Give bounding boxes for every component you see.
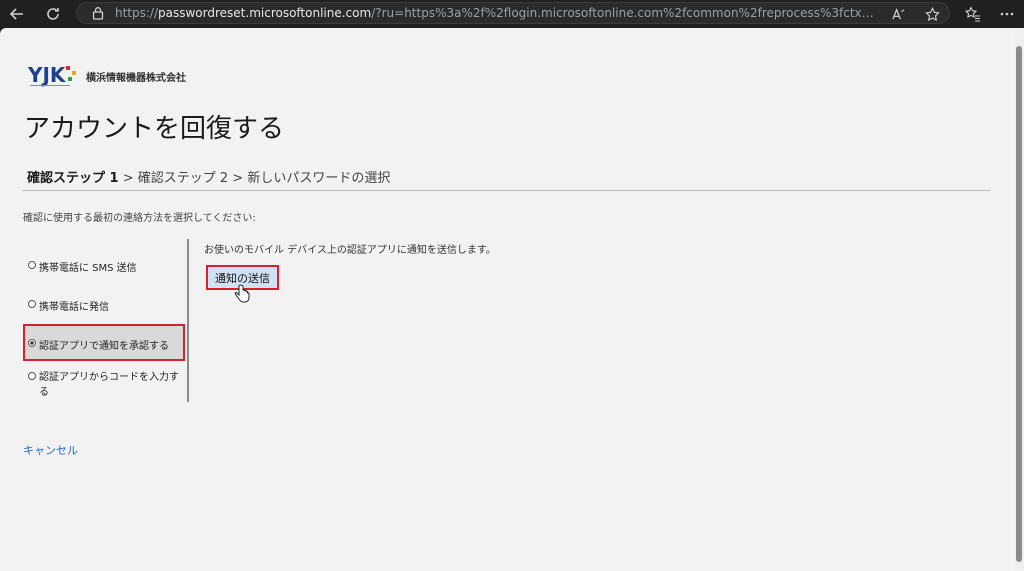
- company-logo: YJK 横浜情報機器株式会社: [28, 63, 186, 89]
- option-call[interactable]: 携帯電話に発信: [28, 298, 109, 313]
- scrollbar-thumb[interactable]: [1016, 46, 1022, 562]
- step-breadcrumb: 確認ステップ 1 > 確認ステップ 2 > 新しいパスワードの選択: [27, 171, 391, 186]
- cancel-link[interactable]: キャンセル: [23, 442, 78, 458]
- company-name: 横浜情報機器株式会社: [86, 72, 186, 84]
- hand-cursor-icon: [234, 284, 250, 303]
- vertical-scrollbar[interactable]: [1014, 28, 1024, 571]
- page-title: アカウントを回復する: [24, 114, 285, 144]
- radio-button-selected[interactable]: [28, 339, 36, 347]
- radio-button[interactable]: [28, 372, 36, 380]
- read-aloud-icon[interactable]: [889, 5, 907, 23]
- refresh-icon[interactable]: [42, 3, 64, 25]
- radio-button[interactable]: [28, 261, 36, 269]
- option-app-notification[interactable]: 認証アプリで通知を承認する: [28, 337, 169, 352]
- step-1: 確認ステップ 1: [27, 171, 119, 186]
- address-bar[interactable]: https://passwordreset.microsoftonline.co…: [76, 2, 950, 24]
- browser-toolbar: https://passwordreset.microsoftonline.co…: [0, 0, 1024, 28]
- more-options-icon[interactable]: [996, 3, 1018, 25]
- radio-button[interactable]: [28, 300, 36, 308]
- method-description: お使いのモバイル デバイス上の認証アプリに通知を送信します。: [204, 245, 496, 256]
- instruction-text: 確認に使用する最初の連絡方法を選択してください:: [23, 213, 256, 224]
- svg-text:YJK: YJK: [28, 63, 67, 87]
- step-3: 新しいパスワードの選択: [247, 171, 391, 186]
- back-icon[interactable]: [6, 3, 28, 25]
- lock-icon: [92, 7, 104, 20]
- divider: [22, 190, 990, 191]
- favorites-list-icon[interactable]: [962, 3, 984, 25]
- url-text: https://passwordreset.microsoftonline.co…: [115, 6, 875, 20]
- option-app-code[interactable]: 認証アプリからコードを入力する: [28, 370, 183, 400]
- page-content: YJK 横浜情報機器株式会社 アカウントを回復する 確認ステップ 1 > 確認ス…: [0, 28, 1014, 571]
- contact-method-list: 携帯電話に SMS 送信 携帯電話に発信 認証アプリで通知を承認する 認証アプリ…: [22, 239, 189, 402]
- step-2: 確認ステップ 2: [137, 171, 229, 186]
- logo-mark: YJK: [28, 63, 76, 87]
- favorite-star-icon[interactable]: [923, 5, 941, 23]
- option-sms[interactable]: 携帯電話に SMS 送信: [28, 259, 137, 274]
